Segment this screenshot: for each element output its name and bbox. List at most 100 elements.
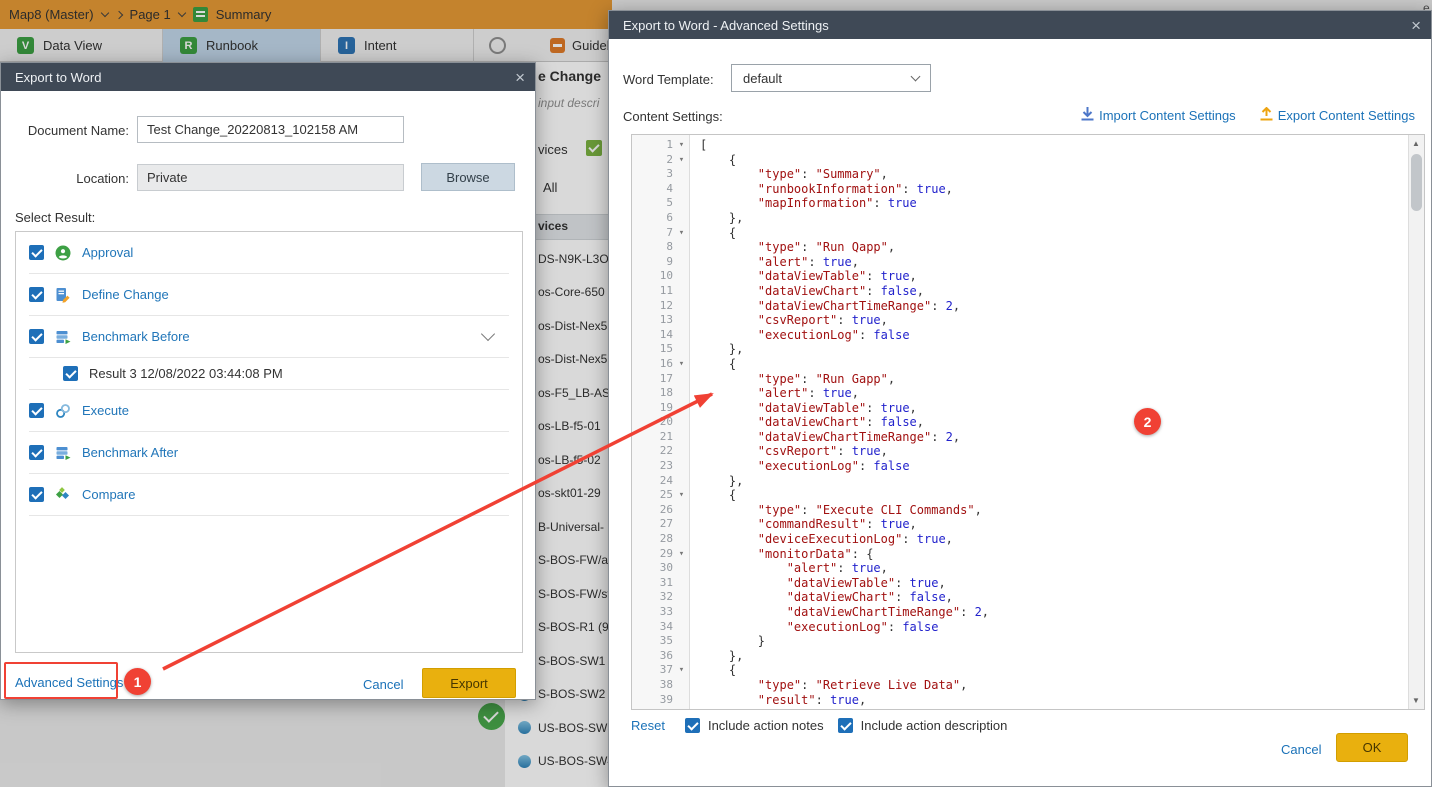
result-checkbox[interactable] [29,287,44,302]
ok-button[interactable]: OK [1336,733,1408,762]
fold-toggle-icon[interactable]: ▾ [675,138,688,153]
cancel-button[interactable]: Cancel [363,677,403,692]
close-icon[interactable]: × [515,69,525,86]
export-icon [1260,107,1273,124]
editor-line-number: 2▾ [632,153,689,168]
editor-line-number: 33 [632,605,689,620]
editor-line: "executionLog": false [700,459,1408,474]
editor-line: "executionLog": false [700,620,1408,635]
editor-line-number: 21 [632,430,689,445]
editor-scrollbar[interactable]: ▲ ▼ [1408,135,1424,709]
advanced-settings-link[interactable]: Advanced Settings [15,675,123,690]
editor-line-number: 13 [632,313,689,328]
reset-link[interactable]: Reset [631,718,665,733]
chevron-down-icon [911,71,921,81]
scrollbar-thumb[interactable] [1411,154,1422,211]
editor-line-number: 1▾ [632,138,689,153]
editor-line: }, [700,342,1408,357]
select-result-label: Select Result: [15,210,95,225]
result-item: Approval [29,232,509,274]
benchmark-after-icon [55,445,71,461]
compare-icon [55,487,71,503]
editor-line: "runbookInformation": true, [700,182,1408,197]
editor-line-number: 22 [632,444,689,459]
editor-line: { [700,226,1408,241]
editor-line-number: 25▾ [632,488,689,503]
editor-line: [ [700,138,1408,153]
fold-toggle-icon[interactable]: ▾ [675,663,688,678]
fold-toggle-icon[interactable]: ▾ [675,153,688,168]
fold-toggle-icon[interactable]: ▾ [675,488,688,503]
content-settings-editor[interactable]: 1▾2▾34567▾8910111213141516▾1718192021222… [631,134,1425,710]
define-change-icon [55,287,71,303]
result-checkbox[interactable] [63,366,78,381]
location-label: Location: [1,171,129,186]
result-item: Execute [29,390,509,432]
editor-line: "alert": true, [700,255,1408,270]
result-sub-item: Result 3 12/08/2022 03:44:08 PM [29,358,509,390]
editor-line: { [700,488,1408,503]
editor-line: { [700,357,1408,372]
editor-line-number: 39 [632,693,689,708]
editor-line-number: 23 [632,459,689,474]
editor-code-area[interactable]: [ { "type": "Summary", "runbookInformati… [690,135,1408,709]
export-link-label: Export Content Settings [1278,108,1415,123]
benchmark-before-icon [55,329,71,345]
editor-line: "dataViewChart": false, [700,590,1408,605]
editor-line: "dataViewTable": true, [700,576,1408,591]
document-name-input[interactable]: Test Change_20220813_102158 AM [137,116,404,143]
include-action-notes-checkbox[interactable] [685,718,700,733]
export-button[interactable]: Export [422,668,516,698]
editor-line-number: 15 [632,342,689,357]
result-item: Define Change [29,274,509,316]
editor-line: "commandResult": true, [700,517,1408,532]
result-item: Benchmark Before [29,316,509,358]
editor-line: "alert": true, [700,386,1408,401]
import-content-settings-link[interactable]: Import Content Settings [1081,107,1236,124]
scroll-up-icon[interactable]: ▲ [1409,139,1423,148]
browse-button[interactable]: Browse [421,163,515,191]
fold-toggle-icon[interactable]: ▾ [675,226,688,241]
result-checkbox[interactable] [29,329,44,344]
fold-toggle-icon[interactable]: ▾ [675,547,688,562]
editor-line-number: 30 [632,561,689,576]
editor-line-number: 3 [632,167,689,182]
editor-line-number: 14 [632,328,689,343]
editor-line-number: 20 [632,415,689,430]
editor-line: "dataViewTable": true, [700,401,1408,416]
result-label: Compare [82,487,135,502]
advanced-settings-dialog: Export to Word - Advanced Settings × Wor… [608,10,1432,787]
editor-line-number: 7▾ [632,226,689,241]
collapse-chevron-icon[interactable] [481,327,495,341]
result-checkbox[interactable] [29,445,44,460]
result-checkbox[interactable] [29,245,44,260]
editor-line: "deviceExecutionLog": true, [700,532,1408,547]
editor-line: "type": "Summary", [700,167,1408,182]
dialog-header: Export to Word - Advanced Settings × [609,11,1431,39]
screen: Map8 (Master) Page 1 Summary VData ViewR… [0,0,1432,787]
approval-icon [55,245,71,261]
editor-line-number: 11 [632,284,689,299]
import-link-label: Import Content Settings [1099,108,1236,123]
location-input[interactable]: Private [137,164,404,191]
word-template-label: Word Template: [623,72,714,87]
editor-line-number: 6 [632,211,689,226]
scroll-down-icon[interactable]: ▼ [1409,696,1423,705]
word-template-select[interactable]: default [731,64,931,92]
cancel-button[interactable]: Cancel [1281,742,1321,757]
result-checkbox[interactable] [29,403,44,418]
editor-line-number: 18 [632,386,689,401]
fold-toggle-icon[interactable]: ▾ [675,357,688,372]
editor-line: "type": "Execute CLI Commands", [700,503,1408,518]
editor-line: }, [700,474,1408,489]
editor-line: "result": true, [700,693,1408,708]
result-label: Define Change [82,287,169,302]
result-checkbox[interactable] [29,487,44,502]
result-label: Benchmark After [82,445,178,460]
include-action-description-checkbox[interactable] [838,718,853,733]
close-icon[interactable]: × [1411,17,1421,34]
editor-line: "dataViewTable": true, [700,269,1408,284]
export-content-settings-link[interactable]: Export Content Settings [1260,107,1415,124]
editor-line: "csvReport": true, [700,444,1408,459]
dialog-title: Export to Word [15,70,101,85]
